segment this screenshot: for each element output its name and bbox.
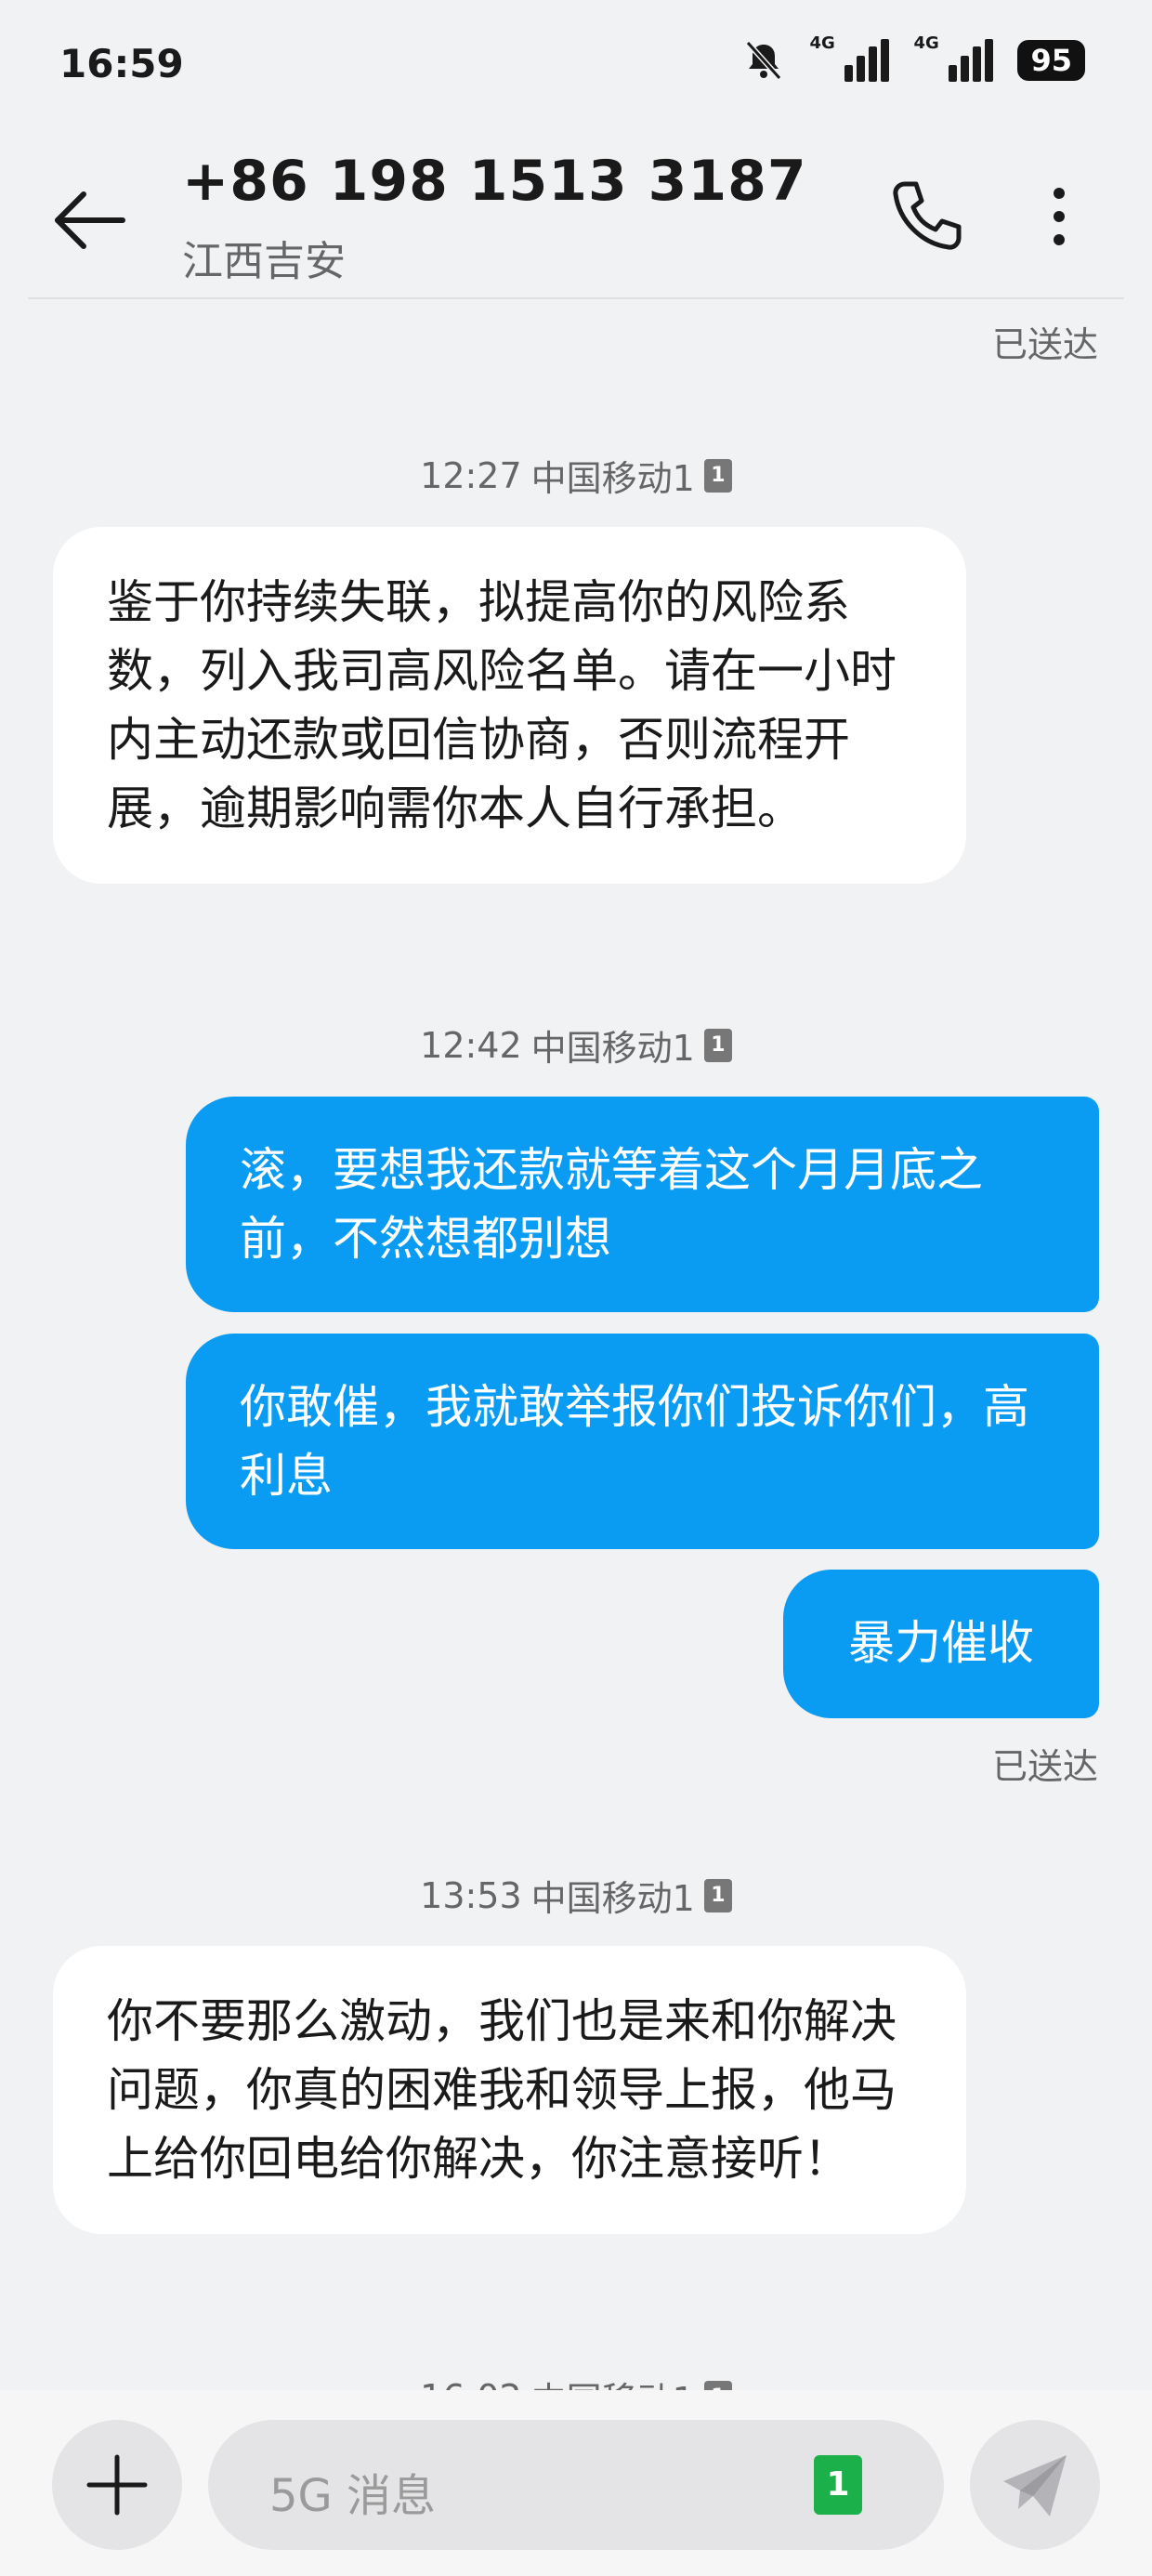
- status-icons: 4G 4G 95: [742, 33, 1085, 82]
- contact-number: +86 198 1513 3187: [182, 149, 807, 214]
- contact-location: 江西吉安: [182, 238, 346, 285]
- incoming-message-bubble[interactable]: 鉴于你持续失联，拟提高你的风险系数，列入我司高风险名单。请在一小时内主动还款或回…: [53, 527, 966, 884]
- send-button[interactable]: [970, 2420, 1100, 2550]
- message-timestamp: 16:02 中国移动1 1: [0, 2372, 1152, 2390]
- message-input[interactable]: 5G 消息 1: [208, 2420, 944, 2550]
- delivery-status: 已送达: [991, 324, 1098, 365]
- sim-badge: 1: [703, 1028, 732, 1062]
- add-attachment-button[interactable]: [52, 2420, 182, 2550]
- plus-icon: [86, 2454, 148, 2516]
- status-bar: 16:59 4G 4G 95: [0, 0, 1152, 139]
- signal-strength-icon: 4G: [913, 33, 994, 82]
- delivery-status: 已送达: [991, 1746, 1098, 1787]
- send-icon: [1003, 2455, 1067, 2517]
- sim-badge: 1: [703, 458, 732, 493]
- status-time: 16:59: [59, 41, 184, 86]
- more-options-icon[interactable]: [1031, 175, 1087, 258]
- message-thread[interactable]: 已送达 12:27 中国移动1 1 鉴于你持续失联，拟提高你的风险系数，列入我司…: [0, 299, 1152, 2390]
- outgoing-message-bubble[interactable]: 你敢催，我就敢举报你们投诉你们，高利息: [186, 1334, 1099, 1549]
- battery-indicator: 95: [1017, 40, 1085, 81]
- timestamp-time: 12:27: [420, 454, 522, 496]
- bell-muted-icon: [746, 40, 782, 81]
- phone-call-icon[interactable]: [884, 175, 968, 258]
- outgoing-message-bubble[interactable]: 暴力催收: [783, 1570, 1099, 1718]
- message-composer: 5G 消息 1: [0, 2390, 1152, 2576]
- carrier-label: 中国移动1: [530, 1878, 695, 1919]
- message-timestamp: 12:27 中国移动1 1: [0, 450, 1152, 501]
- message-timestamp: 13:53 中国移动1 1: [0, 1870, 1152, 1921]
- back-arrow-icon[interactable]: [48, 178, 132, 262]
- network-type-label: 4G: [913, 33, 939, 53]
- timestamp-time: 12:42: [420, 1024, 522, 1066]
- carrier-label: 中国移动1: [530, 1028, 695, 1069]
- timestamp-time: 16:02: [420, 2377, 522, 2391]
- signal-strength-icon: 4G: [809, 33, 890, 82]
- message-timestamp: 12:42 中国移动1 1: [0, 1019, 1152, 1071]
- sim-badge: 1: [703, 2380, 732, 2390]
- timestamp-time: 13:53: [420, 1874, 522, 1916]
- incoming-message-bubble[interactable]: 你不要那么激动，我们也是来和你解决问题，你真的困难我和领导上报，他马上给你回电给…: [53, 1946, 966, 2234]
- sim-badge: 1: [703, 1878, 732, 1912]
- sim-selector[interactable]: 1: [814, 2455, 862, 2515]
- carrier-label: 中国移动1: [530, 458, 695, 499]
- network-type-label: 4G: [809, 33, 835, 53]
- message-input-placeholder: 5G 消息: [269, 2470, 436, 2522]
- outgoing-message-bubble[interactable]: 滚，要想我还款就等着这个月月底之前，不然想都别想: [186, 1097, 1099, 1312]
- conversation-header: +86 198 1513 3187 江西吉安: [0, 139, 1152, 297]
- carrier-label: 中国移动1: [531, 2372, 695, 2390]
